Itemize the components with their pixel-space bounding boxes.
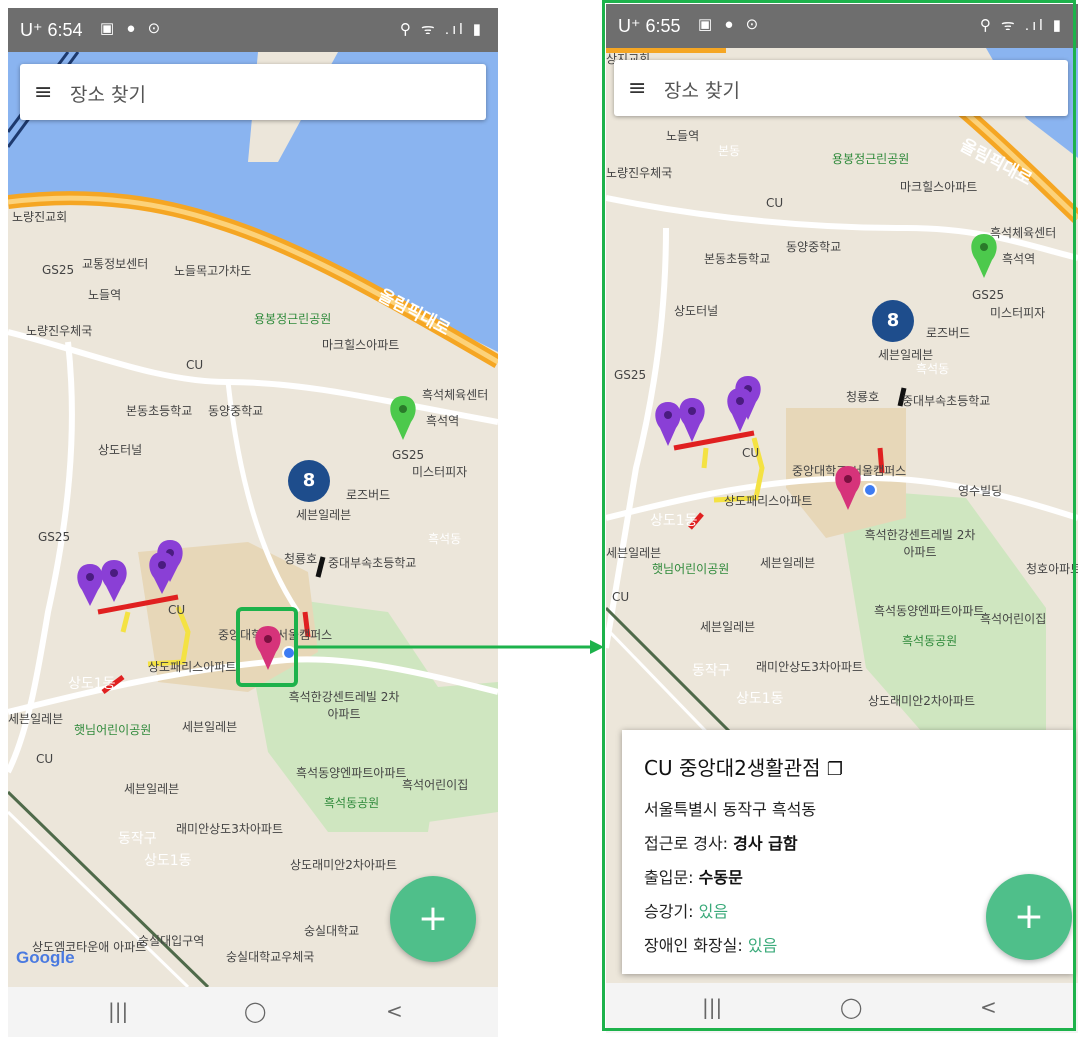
- slope-value: 경사 급함: [733, 834, 798, 853]
- marker-cluster[interactable]: 8: [872, 300, 914, 342]
- door-value: 수동문: [698, 868, 743, 887]
- marker-pink[interactable]: [835, 466, 861, 510]
- door-row: 출입문: 수동문: [644, 864, 743, 888]
- nav-bar: ||| ◯ <: [606, 983, 1078, 1033]
- home-icon[interactable]: ◯: [840, 995, 862, 1019]
- elevator-value: 있음: [698, 902, 729, 921]
- recent-apps-icon[interactable]: |||: [702, 995, 722, 1019]
- slope-label: 접근로 경사:: [644, 834, 729, 853]
- search-bar[interactable]: ≡ 장소 찾기: [614, 60, 1068, 116]
- door-label: 출입문:: [644, 868, 694, 887]
- toilet-row: 장애인 화장실: 있음: [644, 932, 777, 956]
- add-button[interactable]: +: [986, 874, 1072, 960]
- place-name: CU 중앙대2생활관점: [644, 756, 821, 780]
- place-title: CU 중앙대2생활관점 ❐: [644, 752, 843, 781]
- marker-green[interactable]: [971, 234, 997, 278]
- right-phone-screen: U⁺ 6:55 ▣ ● ⊙ ⚲ ᯤ .ıl ▮ 상지교회 노들역 본동 용봉정근…: [606, 4, 1078, 1033]
- search-placeholder: 장소 찾기: [664, 80, 740, 102]
- place-address: 서울특별시 동작구 흑석동: [644, 800, 817, 819]
- toilet-value: 있음: [747, 936, 778, 955]
- elevator-label: 승강기:: [644, 902, 694, 921]
- marker-purple[interactable]: [727, 388, 753, 432]
- marker-purple[interactable]: [655, 402, 681, 446]
- copy-icon[interactable]: ❐: [827, 759, 843, 780]
- current-location-dot: [863, 483, 877, 497]
- slope-row: 접근로 경사: 경사 급함: [644, 830, 798, 854]
- toilet-label: 장애인 화장실:: [644, 936, 743, 955]
- menu-icon[interactable]: ≡: [628, 76, 646, 101]
- marker-purple[interactable]: [679, 398, 705, 442]
- back-icon[interactable]: <: [980, 995, 997, 1019]
- elevator-row: 승강기: 있음: [644, 898, 728, 922]
